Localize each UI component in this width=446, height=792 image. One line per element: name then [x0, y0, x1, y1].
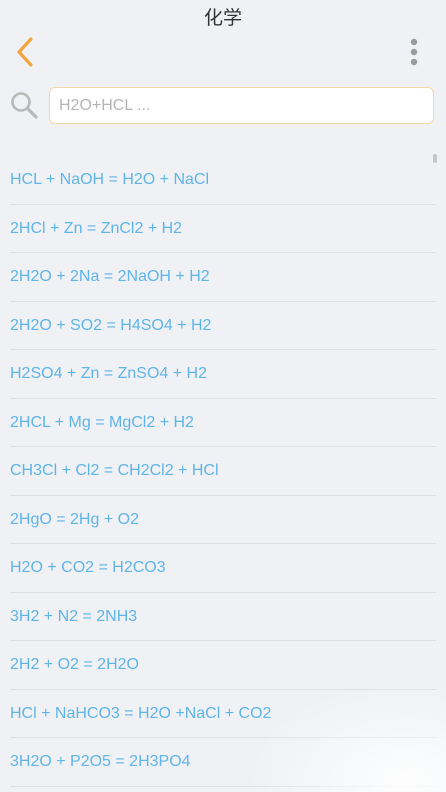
equation-label: 2H2 + O2 = 2H2O — [10, 656, 139, 674]
chevron-left-icon — [17, 37, 33, 67]
equation-label: CH3Cl + Cl2 = CH2Cl2 + HCl — [10, 462, 219, 480]
equation-label: 2HCl + Zn = ZnCl2 + H2 — [10, 219, 183, 237]
equation-item[interactable]: 2H2O + 2Na = 2NaOH + H2 — [0, 253, 446, 302]
app-screen: 化学 HCL + NaOH = H2O + NaCl 2HCl + Zn = Z… — [0, 0, 446, 792]
more-options-button[interactable] — [402, 34, 426, 70]
equation-item[interactable]: 2HCL + Mg = MgCl2 + H2 — [0, 399, 446, 448]
equation-item[interactable]: 3H2O + P2O5 = 2H3PO4 — [0, 738, 446, 787]
equation-label: H2SO4 + Zn = ZnSO4 + H2 — [10, 365, 207, 383]
more-vertical-icon — [410, 38, 418, 66]
equation-item[interactable]: 2H2 + O2 = 2H2O — [0, 641, 446, 690]
equation-item[interactable]: H2O + CO2 = H2CO3 — [0, 544, 446, 593]
equation-item[interactable]: CH3Cl + Cl2 = CH2Cl2 + HCl — [0, 447, 446, 496]
equation-item[interactable]: HCL + NaOH = H2O + NaCl — [0, 156, 446, 205]
equation-item[interactable]: 2HCl + Zn = ZnCl2 + H2 — [0, 205, 446, 254]
equation-label: 2HCL + Mg = MgCl2 + H2 — [10, 413, 194, 431]
title-bar: 化学 — [0, 0, 446, 30]
search-bar — [0, 86, 446, 126]
equation-label: HCl + NaHCO3 = H2O +NaCl + CO2 — [10, 704, 272, 722]
equation-label: HCL + NaOH = H2O + NaCl — [10, 171, 210, 189]
equation-list: HCL + NaOH = H2O + NaCl 2HCl + Zn = ZnCl… — [0, 156, 446, 792]
equation-item[interactable]: HCl + NaHCO3 = H2O +NaCl + CO2 — [0, 690, 446, 739]
scrollbar-thumb[interactable] — [433, 154, 437, 163]
search-input[interactable] — [49, 87, 434, 124]
equation-item[interactable]: H2SO4 + Zn = ZnSO4 + H2 — [0, 350, 446, 399]
equation-label: H2O + CO2 = H2CO3 — [10, 559, 166, 577]
equation-label: 2H2O + 2Na = 2NaOH + H2 — [10, 268, 210, 286]
back-button[interactable] — [8, 32, 42, 72]
equation-label: 2HgO = 2Hg + O2 — [10, 510, 139, 528]
page-title: 化学 — [203, 6, 242, 29]
search-icon[interactable] — [9, 90, 39, 120]
equation-item[interactable]: 3H2 + N2 = 2NH3 — [0, 593, 446, 642]
equation-label: 3H2O + P2O5 = 2H3PO4 — [10, 753, 191, 771]
equation-item[interactable]: 2HgO = 2Hg + O2 — [0, 496, 446, 545]
equation-label: 2H2O + SO2 = H4SO4 + H2 — [10, 316, 212, 334]
equation-label: 3H2 + N2 = 2NH3 — [10, 607, 138, 625]
equation-item[interactable]: 2H2O + SO2 = H4SO4 + H2 — [0, 302, 446, 351]
